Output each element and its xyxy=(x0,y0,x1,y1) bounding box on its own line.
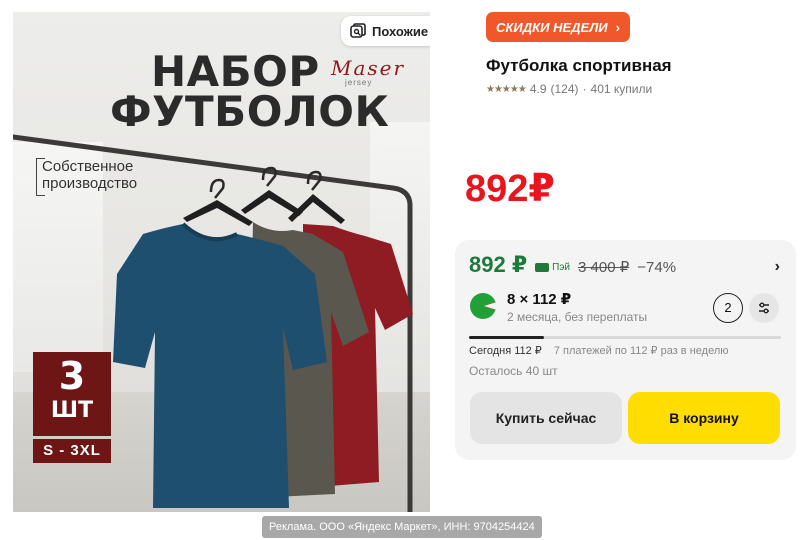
split-amount: 8 × 112 ₽ xyxy=(507,291,572,308)
old-price: 3 400 ₽ xyxy=(578,259,630,276)
brand-logo: Maser jersey xyxy=(331,56,405,87)
sale-badge-label: СКИДКИ НЕДЕЛИ xyxy=(496,19,608,35)
quantity-number: 3 xyxy=(58,354,86,398)
payment-progress-bar xyxy=(469,336,781,339)
split-settings-button[interactable] xyxy=(749,293,779,323)
stock-remaining: Осталось 40 шт xyxy=(469,364,558,378)
purchases-count: 401 купили xyxy=(590,82,653,96)
product-image[interactable]: НАБОР ФУТБОЛОК Maser jersey Собственное … xyxy=(13,12,430,512)
card-price-row[interactable]: 892 ₽ Пэй 3 400 ₽ −74% xyxy=(469,252,676,278)
brand-name: Maser xyxy=(331,56,406,80)
ad-disclaimer: Реклама. ООО «Яндекс Маркет», ИНН: 97042… xyxy=(262,516,542,538)
offer-card: 892 ₽ Пэй 3 400 ₽ −74% › 8 × 112 ₽ 2 мес… xyxy=(455,240,796,460)
months-selector[interactable]: 2 xyxy=(713,293,743,323)
size-range-badge: S - 3XL xyxy=(33,439,111,463)
today-payment: Сегодня 112 ₽ xyxy=(469,345,542,357)
split-payment-row[interactable]: 8 × 112 ₽ 2 месяца, без переплаты 2 xyxy=(469,290,781,330)
rating-row[interactable]: ★★★★★ 4.9 (124) · 401 купили xyxy=(486,82,652,96)
buy-now-button[interactable]: Купить сейчас xyxy=(470,392,622,444)
similar-button[interactable]: Похожие xyxy=(341,16,430,46)
similar-images-icon xyxy=(350,23,366,38)
discount-percent: −74% xyxy=(637,259,677,276)
own-production-line1: Собственное xyxy=(42,158,134,175)
pay-badge: Пэй xyxy=(535,262,570,273)
split-terms: 2 месяца, без переплаты xyxy=(507,310,648,324)
pay-price: 892 ₽ xyxy=(469,252,528,277)
dot-separator: · xyxy=(582,82,587,96)
reviews-count: (124) xyxy=(550,82,579,96)
chevron-right-icon: › xyxy=(615,19,620,35)
main-price: 892₽ xyxy=(465,168,555,210)
quantity-unit: ШТ xyxy=(50,398,94,423)
rating-value: 4.9 xyxy=(529,82,547,96)
payment-progress-fill xyxy=(469,336,544,339)
product-title: Футболка спортивная xyxy=(486,56,672,75)
chevron-right-icon[interactable]: › xyxy=(775,258,780,276)
weekly-sale-badge[interactable]: СКИДКИ НЕДЕЛИ › xyxy=(486,12,630,42)
rating-stars-icon: ★★★★★ xyxy=(486,83,527,95)
split-logo-icon xyxy=(470,293,497,319)
installments-schedule: 7 платежей по 112 ₽ раз в неделю xyxy=(553,345,729,357)
payment-schedule: Сегодня 112 ₽ 7 платежей по 112 ₽ раз в … xyxy=(469,344,729,357)
own-production-line2: производство xyxy=(42,175,138,192)
pay-card-icon xyxy=(535,263,550,272)
sliders-icon xyxy=(759,302,769,314)
image-title-line2: ФУТБОЛОК xyxy=(110,87,390,136)
similar-button-label: Похожие xyxy=(372,23,429,39)
quantity-badge: 3 ШТ xyxy=(33,352,111,436)
add-to-cart-button[interactable]: В корзину xyxy=(628,392,780,444)
pay-label: Пэй xyxy=(552,262,571,273)
own-production-label: Собственное производство xyxy=(35,158,138,196)
